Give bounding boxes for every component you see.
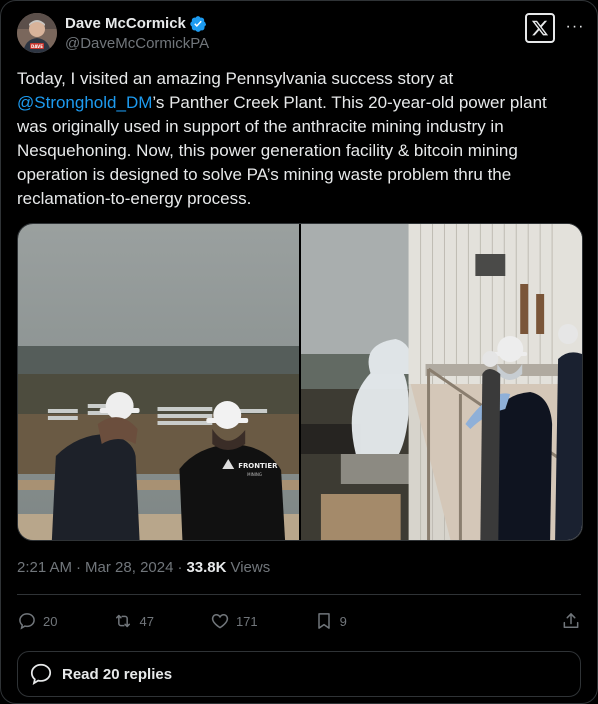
repost-button[interactable]: 47 [113,611,154,631]
like-count: 171 [235,613,258,629]
meta-separator: · [177,559,183,576]
reply-bubble-icon [30,663,52,686]
share-icon [563,613,579,628]
verified-badge-icon [190,15,206,32]
tweet-text-part-1: Today, I visited an amazing Pennsylvania… [17,69,454,88]
read-replies-label: Read 20 replies [62,665,173,683]
author-names: Dave McCormick @DaveMcCormickPA [65,14,209,52]
avatar[interactable]: DAVE [17,13,57,53]
views-label: Views [230,559,271,576]
photo-overlook[interactable]: FRONTIER MINING [18,224,299,540]
mention-link[interactable]: @Stronghold_DM [17,93,152,112]
meta-separator: · [76,559,82,576]
read-replies-button[interactable]: Read 20 replies [17,651,581,697]
bookmark-icon [317,613,330,629]
handle[interactable]: @DaveMcCormickPA [65,35,209,52]
avatar-badge-text: DAVE [31,44,43,49]
more-glyph: ··· [565,18,585,35]
repost-icon [116,614,131,628]
tweet-date[interactable]: Mar 28, 2024 [85,559,173,576]
heart-icon [211,613,229,629]
divider [17,594,581,595]
bookmark-count: 9 [339,613,347,629]
more-options-icon[interactable]: ··· [565,17,585,37]
reply-count: 20 [43,613,58,629]
shirt-text: FRONTIER [238,462,278,470]
tweet-time[interactable]: 2:21 AM [17,559,72,576]
views-count: 33.8K [186,559,227,576]
tweet-card: DAVE Dave McCormick @DaveMcCormickPA ···… [0,0,598,704]
share-button[interactable] [561,611,581,631]
photo-cooling-tower[interactable] [301,224,582,540]
x-logo-icon[interactable] [525,13,555,43]
bookmark-button[interactable]: 9 [314,611,347,631]
tweet-meta: 2:21 AM · Mar 28, 2024 · 33.8K Views [17,559,270,576]
like-button[interactable]: 171 [210,611,258,631]
action-bar: 20 47 171 9 [17,607,581,635]
reply-icon [19,613,35,630]
repost-count: 47 [139,613,154,629]
shirt-subtext: MINING [247,472,262,477]
reply-button[interactable]: 20 [17,611,57,631]
display-name[interactable]: Dave McCormick [65,15,186,32]
tweet-header: DAVE Dave McCormick @DaveMcCormickPA ··· [17,13,585,53]
tweet-text: Today, I visited an amazing Pennsylvania… [17,67,577,211]
media-grid: FRONTIER MINING [17,223,583,541]
